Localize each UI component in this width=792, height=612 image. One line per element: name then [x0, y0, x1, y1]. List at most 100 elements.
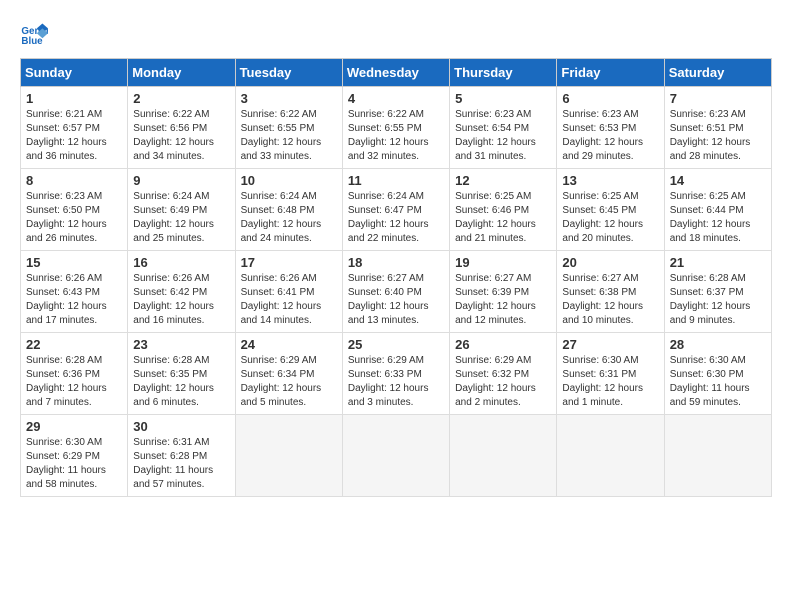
day-detail: Sunrise: 6:24 AMSunset: 6:49 PMDaylight:…: [133, 191, 214, 244]
logo: General Blue: [20, 20, 52, 48]
day-detail: Sunrise: 6:31 AMSunset: 6:28 PMDaylight:…: [133, 437, 213, 490]
day-detail: Sunrise: 6:23 AMSunset: 6:50 PMDaylight:…: [26, 191, 107, 244]
day-detail: Sunrise: 6:28 AMSunset: 6:36 PMDaylight:…: [26, 355, 107, 408]
day-number: 11: [348, 173, 444, 188]
calendar-week-row: 22Sunrise: 6:28 AMSunset: 6:36 PMDayligh…: [21, 333, 772, 415]
calendar-day: 27 Sunrise: 6:30 AMSunset: 6:31 PMDayligh…: [557, 333, 664, 415]
day-detail: Sunrise: 6:25 AMSunset: 6:44 PMDaylight:…: [670, 191, 751, 244]
calendar-table: SundayMondayTuesdayWednesdayThursdayFrid…: [20, 58, 772, 497]
calendar-day: 29Sunrise: 6:30 AMSunset: 6:29 PMDayligh…: [21, 415, 128, 497]
calendar-day: 7 Sunrise: 6:23 AMSunset: 6:51 PMDaylight…: [664, 87, 771, 169]
day-number: 10: [241, 173, 337, 188]
calendar-day: 10 Sunrise: 6:24 AMSunset: 6:48 PMDayligh…: [235, 169, 342, 251]
day-number: 26: [455, 337, 551, 352]
day-detail: Sunrise: 6:23 AMSunset: 6:54 PMDaylight:…: [455, 109, 536, 162]
day-number: 12: [455, 173, 551, 188]
day-detail: Sunrise: 6:30 AMSunset: 6:31 PMDaylight:…: [562, 355, 643, 408]
calendar-day: 9 Sunrise: 6:24 AMSunset: 6:49 PMDaylight…: [128, 169, 235, 251]
column-header-sunday: Sunday: [21, 59, 128, 87]
calendar-day: 12Sunrise: 6:25 AMSunset: 6:46 PMDayligh…: [450, 169, 557, 251]
day-number: 23: [133, 337, 229, 352]
calendar-day: [235, 415, 342, 497]
column-header-monday: Monday: [128, 59, 235, 87]
calendar-day: 15 Sunrise: 6:26 AMSunset: 6:43 PMDayligh…: [21, 251, 128, 333]
calendar-day: 22Sunrise: 6:28 AMSunset: 6:36 PMDayligh…: [21, 333, 128, 415]
calendar-day: 28 Sunrise: 6:30 AMSunset: 6:30 PMDayligh…: [664, 333, 771, 415]
day-detail: Sunrise: 6:28 AMSunset: 6:37 PMDaylight:…: [670, 273, 751, 326]
column-header-friday: Friday: [557, 59, 664, 87]
day-detail: Sunrise: 6:29 AMSunset: 6:33 PMDaylight:…: [348, 355, 429, 408]
calendar-week-row: 29Sunrise: 6:30 AMSunset: 6:29 PMDayligh…: [21, 415, 772, 497]
calendar-day: 21Sunrise: 6:28 AMSunset: 6:37 PMDayligh…: [664, 251, 771, 333]
day-number: 17: [241, 255, 337, 270]
day-detail: Sunrise: 6:24 AMSunset: 6:48 PMDaylight:…: [241, 191, 322, 244]
day-number: 6: [562, 91, 658, 106]
svg-text:Blue: Blue: [21, 36, 43, 47]
calendar-day: [450, 415, 557, 497]
day-detail: Sunrise: 6:26 AMSunset: 6:41 PMDaylight:…: [241, 273, 322, 326]
day-detail: Sunrise: 6:22 AMSunset: 6:55 PMDaylight:…: [348, 109, 429, 162]
calendar-day: 2Sunrise: 6:22 AMSunset: 6:56 PMDaylight…: [128, 87, 235, 169]
calendar-day: 1 Sunrise: 6:21 AMSunset: 6:57 PMDaylight…: [21, 87, 128, 169]
day-number: 18: [348, 255, 444, 270]
calendar-day: 24 Sunrise: 6:29 AMSunset: 6:34 PMDayligh…: [235, 333, 342, 415]
calendar-day: 18 Sunrise: 6:27 AMSunset: 6:40 PMDayligh…: [342, 251, 449, 333]
day-detail: Sunrise: 6:30 AMSunset: 6:30 PMDaylight:…: [670, 355, 750, 408]
column-header-saturday: Saturday: [664, 59, 771, 87]
calendar-day: 3 Sunrise: 6:22 AMSunset: 6:55 PMDaylight…: [235, 87, 342, 169]
column-header-tuesday: Tuesday: [235, 59, 342, 87]
calendar-day: 25 Sunrise: 6:29 AMSunset: 6:33 PMDayligh…: [342, 333, 449, 415]
column-header-thursday: Thursday: [450, 59, 557, 87]
day-number: 4: [348, 91, 444, 106]
day-number: 14: [670, 173, 766, 188]
day-detail: Sunrise: 6:23 AMSunset: 6:53 PMDaylight:…: [562, 109, 643, 162]
day-number: 20: [562, 255, 658, 270]
day-detail: Sunrise: 6:21 AMSunset: 6:57 PMDaylight:…: [26, 109, 107, 162]
calendar-day: 23 Sunrise: 6:28 AMSunset: 6:35 PMDayligh…: [128, 333, 235, 415]
calendar-day: 5Sunrise: 6:23 AMSunset: 6:54 PMDaylight…: [450, 87, 557, 169]
day-detail: Sunrise: 6:26 AMSunset: 6:42 PMDaylight:…: [133, 273, 214, 326]
day-detail: Sunrise: 6:22 AMSunset: 6:56 PMDaylight:…: [133, 109, 214, 162]
calendar-day: 19 Sunrise: 6:27 AMSunset: 6:39 PMDayligh…: [450, 251, 557, 333]
day-detail: Sunrise: 6:28 AMSunset: 6:35 PMDaylight:…: [133, 355, 214, 408]
day-detail: Sunrise: 6:29 AMSunset: 6:34 PMDaylight:…: [241, 355, 322, 408]
day-number: 16: [133, 255, 229, 270]
day-number: 27: [562, 337, 658, 352]
day-number: 19: [455, 255, 551, 270]
calendar-day: 20 Sunrise: 6:27 AMSunset: 6:38 PMDayligh…: [557, 251, 664, 333]
calendar-week-row: 8 Sunrise: 6:23 AMSunset: 6:50 PMDaylight…: [21, 169, 772, 251]
day-number: 25: [348, 337, 444, 352]
calendar-day: 4 Sunrise: 6:22 AMSunset: 6:55 PMDaylight…: [342, 87, 449, 169]
day-detail: Sunrise: 6:23 AMSunset: 6:51 PMDaylight:…: [670, 109, 751, 162]
calendar-day: 14 Sunrise: 6:25 AMSunset: 6:44 PMDayligh…: [664, 169, 771, 251]
day-detail: Sunrise: 6:24 AMSunset: 6:47 PMDaylight:…: [348, 191, 429, 244]
day-number: 28: [670, 337, 766, 352]
page-header: General Blue: [20, 20, 772, 48]
calendar-day: 26 Sunrise: 6:29 AMSunset: 6:32 PMDayligh…: [450, 333, 557, 415]
day-number: 7: [670, 91, 766, 106]
calendar-day: 8 Sunrise: 6:23 AMSunset: 6:50 PMDaylight…: [21, 169, 128, 251]
calendar-day: 16 Sunrise: 6:26 AMSunset: 6:42 PMDayligh…: [128, 251, 235, 333]
day-number: 9: [133, 173, 229, 188]
calendar-day: 6 Sunrise: 6:23 AMSunset: 6:53 PMDaylight…: [557, 87, 664, 169]
day-detail: Sunrise: 6:27 AMSunset: 6:38 PMDaylight:…: [562, 273, 643, 326]
calendar-day: 13 Sunrise: 6:25 AMSunset: 6:45 PMDayligh…: [557, 169, 664, 251]
calendar-week-row: 15 Sunrise: 6:26 AMSunset: 6:43 PMDayligh…: [21, 251, 772, 333]
day-number: 24: [241, 337, 337, 352]
day-number: 8: [26, 173, 122, 188]
day-number: 1: [26, 91, 122, 106]
calendar-week-row: 1 Sunrise: 6:21 AMSunset: 6:57 PMDaylight…: [21, 87, 772, 169]
day-detail: Sunrise: 6:26 AMSunset: 6:43 PMDaylight:…: [26, 273, 107, 326]
day-detail: Sunrise: 6:29 AMSunset: 6:32 PMDaylight:…: [455, 355, 536, 408]
day-number: 3: [241, 91, 337, 106]
calendar-header-row: SundayMondayTuesdayWednesdayThursdayFrid…: [21, 59, 772, 87]
day-detail: Sunrise: 6:25 AMSunset: 6:45 PMDaylight:…: [562, 191, 643, 244]
day-number: 15: [26, 255, 122, 270]
day-detail: Sunrise: 6:27 AMSunset: 6:39 PMDaylight:…: [455, 273, 536, 326]
calendar-day: [557, 415, 664, 497]
calendar-day: 17 Sunrise: 6:26 AMSunset: 6:41 PMDayligh…: [235, 251, 342, 333]
day-detail: Sunrise: 6:22 AMSunset: 6:55 PMDaylight:…: [241, 109, 322, 162]
day-number: 13: [562, 173, 658, 188]
logo-icon: General Blue: [20, 20, 48, 48]
day-detail: Sunrise: 6:27 AMSunset: 6:40 PMDaylight:…: [348, 273, 429, 326]
